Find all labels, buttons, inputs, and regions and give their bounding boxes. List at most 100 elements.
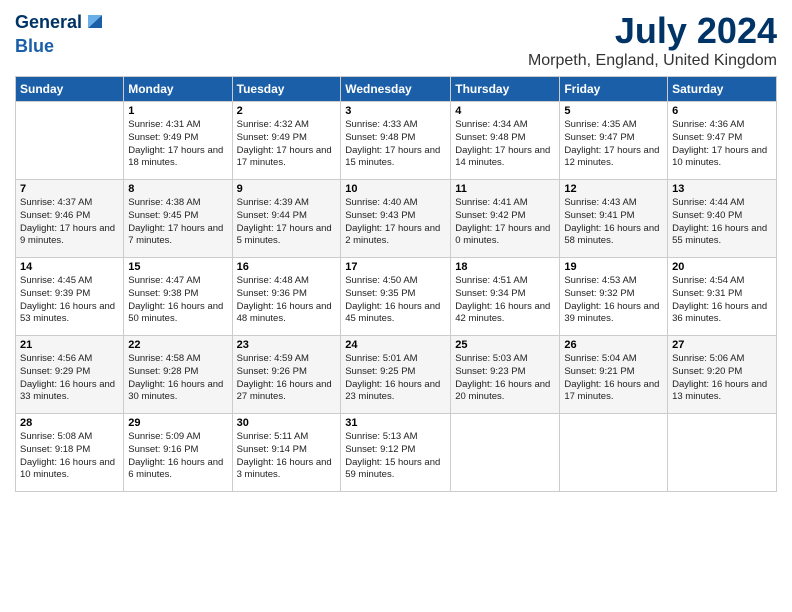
cell-sunrise: Sunrise: 4:38 AMSunset: 9:45 PMDaylight:… [128,197,223,246]
calendar-cell: 19 Sunrise: 4:53 AMSunset: 9:32 PMDayligh… [560,258,668,336]
calendar-cell: 27 Sunrise: 5:06 AMSunset: 9:20 PMDayligh… [668,336,777,414]
date-number: 10 [345,183,446,195]
cell-sunrise: Sunrise: 4:41 AMSunset: 9:42 PMDaylight:… [455,197,550,246]
cell-sunrise: Sunrise: 4:50 AMSunset: 9:35 PMDaylight:… [345,275,440,324]
calendar-cell: 22Sunrise: 4:58 AMSunset: 9:28 PMDayligh… [124,336,232,414]
date-number: 28 [20,417,119,429]
date-number: 11 [455,183,555,195]
cell-sunrise: Sunrise: 4:34 AMSunset: 9:48 PMDaylight:… [455,119,550,168]
calendar-cell: 14 Sunrise: 4:45 AMSunset: 9:39 PMDayligh… [16,258,124,336]
week-row-2: 7Sunrise: 4:37 AMSunset: 9:46 PMDaylight… [16,180,777,258]
calendar-cell: 20Sunrise: 4:54 AMSunset: 9:31 PMDayligh… [668,258,777,336]
cell-sunrise: Sunrise: 4:37 AMSunset: 9:46 PMDaylight:… [20,197,115,246]
cell-sunrise: Sunrise: 5:09 AMSunset: 9:16 PMDaylight:… [128,431,223,480]
date-number: 20 [672,261,772,273]
cell-sunrise: Sunrise: 4:47 AMSunset: 9:38 PMDaylight:… [128,275,223,324]
date-number: 31 [345,417,446,429]
cell-sunrise: Sunrise: 5:04 AMSunset: 9:21 PMDaylight:… [564,353,659,402]
week-row-4: 21 Sunrise: 4:56 AMSunset: 9:29 PMDayligh… [16,336,777,414]
calendar-cell: 2Sunrise: 4:32 AMSunset: 9:49 PMDaylight… [232,102,341,180]
calendar-cell [16,102,124,180]
calendar-cell: 21 Sunrise: 4:56 AMSunset: 9:29 PMDayligh… [16,336,124,414]
date-number: 21 [20,339,119,351]
subtitle: Morpeth, England, United Kingdom [528,52,777,70]
calendar-cell: 15 Sunrise: 4:47 AMSunset: 9:38 PMDayligh… [124,258,232,336]
cell-sunrise: Sunrise: 4:58 AMSunset: 9:28 PMDaylight:… [128,353,223,402]
calendar-cell: 25 Sunrise: 5:03 AMSunset: 9:23 PMDayligh… [451,336,560,414]
date-number: 8 [128,183,227,195]
week-row-1: 1Sunrise: 4:31 AMSunset: 9:49 PMDaylight… [16,102,777,180]
cell-sunrise: Sunrise: 5:08 AMSunset: 9:18 PMDaylight:… [20,431,115,480]
date-number: 2 [237,105,337,117]
week-row-3: 14 Sunrise: 4:45 AMSunset: 9:39 PMDayligh… [16,258,777,336]
date-number: 6 [672,105,772,117]
col-header-sunday: Sunday [16,77,124,102]
cell-sunrise: Sunrise: 5:01 AMSunset: 9:25 PMDaylight:… [345,353,440,402]
calendar-cell: 4 Sunrise: 4:34 AMSunset: 9:48 PMDaylight… [451,102,560,180]
cell-sunrise: Sunrise: 4:51 AMSunset: 9:34 PMDaylight:… [455,275,550,324]
cell-sunrise: Sunrise: 5:13 AMSunset: 9:12 PMDaylight:… [345,431,440,480]
calendar-cell: 23Sunrise: 4:59 AMSunset: 9:26 PMDayligh… [232,336,341,414]
header-row: SundayMondayTuesdayWednesdayThursdayFrid… [16,77,777,102]
logo-text: General Blue [15,10,106,57]
date-number: 4 [455,105,555,117]
date-number: 15 [128,261,227,273]
calendar-cell [560,414,668,492]
date-number: 17 [345,261,446,273]
calendar-cell: 28 Sunrise: 5:08 AMSunset: 9:18 PMDayligh… [16,414,124,492]
cell-sunrise: Sunrise: 4:40 AMSunset: 9:43 PMDaylight:… [345,197,440,246]
cell-sunrise: Sunrise: 5:06 AMSunset: 9:20 PMDaylight:… [672,353,767,402]
date-number: 27 [672,339,772,351]
date-number: 24 [345,339,446,351]
title-block: July 2024 Morpeth, England, United Kingd… [528,10,777,70]
calendar-cell: 7Sunrise: 4:37 AMSunset: 9:46 PMDaylight… [16,180,124,258]
col-header-friday: Friday [560,77,668,102]
calendar-cell: 26 Sunrise: 5:04 AMSunset: 9:21 PMDayligh… [560,336,668,414]
cell-sunrise: Sunrise: 4:36 AMSunset: 9:47 PMDaylight:… [672,119,767,168]
calendar-cell: 17 Sunrise: 4:50 AMSunset: 9:35 PMDayligh… [341,258,451,336]
date-number: 18 [455,261,555,273]
date-number: 16 [237,261,337,273]
date-number: 12 [564,183,663,195]
cell-sunrise: Sunrise: 5:03 AMSunset: 9:23 PMDaylight:… [455,353,550,402]
date-number: 26 [564,339,663,351]
cell-sunrise: Sunrise: 4:53 AMSunset: 9:32 PMDaylight:… [564,275,659,324]
calendar-cell: 18 Sunrise: 4:51 AMSunset: 9:34 PMDayligh… [451,258,560,336]
col-header-monday: Monday [124,77,232,102]
date-number: 3 [345,105,446,117]
calendar-cell: 29 Sunrise: 5:09 AMSunset: 9:16 PMDayligh… [124,414,232,492]
date-number: 13 [672,183,772,195]
week-row-5: 28 Sunrise: 5:08 AMSunset: 9:18 PMDayligh… [16,414,777,492]
calendar-cell: 30Sunrise: 5:11 AMSunset: 9:14 PMDayligh… [232,414,341,492]
logo: General Blue [15,10,106,57]
cell-sunrise: Sunrise: 4:35 AMSunset: 9:47 PMDaylight:… [564,119,659,168]
date-number: 29 [128,417,227,429]
calendar-cell [668,414,777,492]
date-number: 9 [237,183,337,195]
calendar-cell: 13 Sunrise: 4:44 AMSunset: 9:40 PMDayligh… [668,180,777,258]
calendar-cell: 31 Sunrise: 5:13 AMSunset: 9:12 PMDayligh… [341,414,451,492]
header: General Blue July 2024 Morpeth, England,… [15,10,777,70]
calendar-cell: 6 Sunrise: 4:36 AMSunset: 9:47 PMDaylight… [668,102,777,180]
cell-sunrise: Sunrise: 4:39 AMSunset: 9:44 PMDaylight:… [237,197,332,246]
col-header-wednesday: Wednesday [341,77,451,102]
page: General Blue July 2024 Morpeth, England,… [0,0,792,502]
calendar-table: SundayMondayTuesdayWednesdayThursdayFrid… [15,76,777,492]
calendar-cell: 11 Sunrise: 4:41 AMSunset: 9:42 PMDayligh… [451,180,560,258]
cell-sunrise: Sunrise: 4:44 AMSunset: 9:40 PMDaylight:… [672,197,767,246]
calendar-cell: 1Sunrise: 4:31 AMSunset: 9:49 PMDaylight… [124,102,232,180]
cell-sunrise: Sunrise: 4:56 AMSunset: 9:29 PMDaylight:… [20,353,115,402]
date-number: 19 [564,261,663,273]
cell-sunrise: Sunrise: 4:45 AMSunset: 9:39 PMDaylight:… [20,275,115,324]
col-header-saturday: Saturday [668,77,777,102]
date-number: 25 [455,339,555,351]
cell-sunrise: Sunrise: 5:11 AMSunset: 9:14 PMDaylight:… [237,431,332,480]
date-number: 14 [20,261,119,273]
calendar-cell: 3Sunrise: 4:33 AMSunset: 9:48 PMDaylight… [341,102,451,180]
cell-sunrise: Sunrise: 4:48 AMSunset: 9:36 PMDaylight:… [237,275,332,324]
date-number: 5 [564,105,663,117]
calendar-cell: 12Sunrise: 4:43 AMSunset: 9:41 PMDayligh… [560,180,668,258]
date-number: 1 [128,105,227,117]
calendar-cell [451,414,560,492]
calendar-cell: 10 Sunrise: 4:40 AMSunset: 9:43 PMDayligh… [341,180,451,258]
